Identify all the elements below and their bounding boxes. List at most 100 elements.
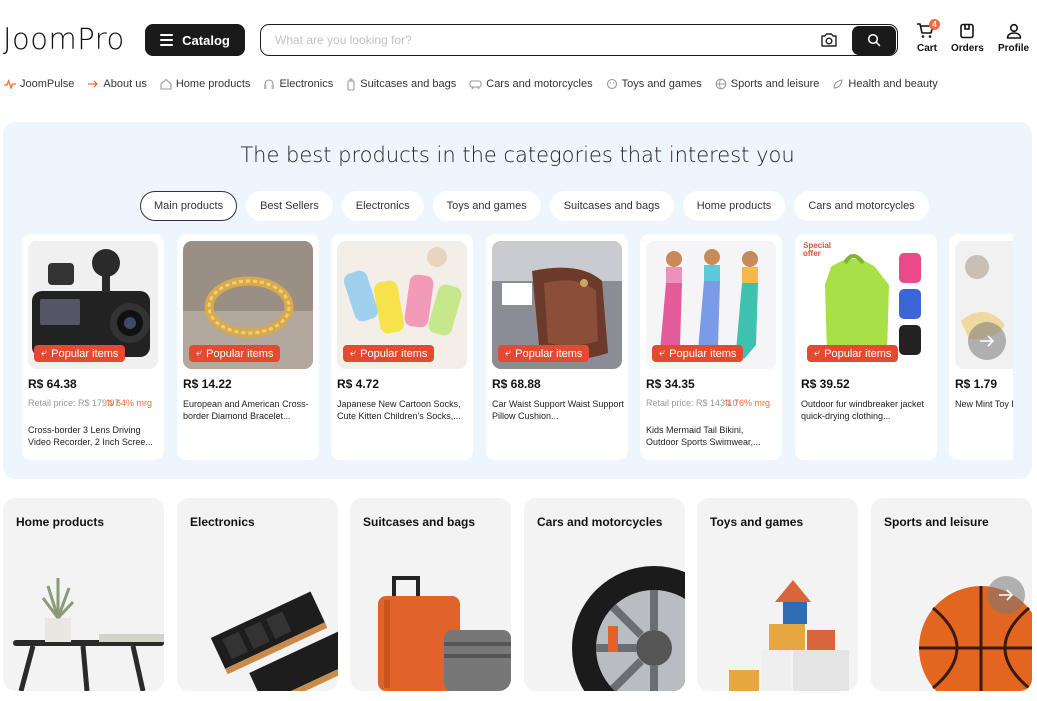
popular-items-badge: ⤶ Popular items (189, 345, 281, 362)
category-tile-home-products[interactable]: Home products (3, 498, 164, 691)
product-price: R$ 64.38 (28, 377, 77, 391)
search-bar (260, 24, 898, 56)
header: JoomPro Catalog 4 Cart Orders Profile (0, 0, 1037, 70)
product-description: European and American Cross-border Diamo… (183, 399, 309, 421)
nav-item-about-us[interactable]: About us (87, 78, 147, 90)
product-description: Outdoor fur windbreaker jacket quick-dry… (801, 399, 925, 421)
margin-badge: ⇅ 76% mrg (724, 398, 771, 408)
category-title: Sports and leisure (884, 515, 989, 529)
special-offer-label: Special offer (803, 241, 832, 258)
menu-icon (160, 34, 174, 46)
category-tile-cars[interactable]: Cars and motorcycles (524, 498, 685, 691)
nav-item-suitcases[interactable]: Suitcases and bags (346, 78, 456, 91)
product-card[interactable]: ⤶ Popular items R$ 64.38 Retail price: R$… (22, 234, 164, 460)
product-card[interactable]: Special offer ⤶ Popular items R$ 39.52 Ou… (795, 234, 937, 460)
product-image: ⤶ Popular items (183, 241, 313, 369)
section-title: The best products in the categories that… (240, 143, 795, 167)
product-description: Kids Mermaid Tail Bikini, Outdoor Sports… (646, 425, 761, 447)
camera-search-button[interactable] (812, 26, 846, 54)
margin-badge: ⇅ 64% mrg (106, 398, 153, 408)
headphones-icon (264, 79, 275, 89)
catalog-label: Catalog (182, 32, 230, 48)
cart-count-badge: 4 (929, 19, 940, 30)
orders-icon (960, 23, 975, 39)
category-title: Suitcases and bags (363, 515, 476, 529)
product-image: ⤶ Popular items (646, 241, 776, 369)
category-title: Electronics (190, 515, 255, 529)
cart-button[interactable]: 4 Cart (916, 19, 940, 54)
profile-button[interactable]: Profile (998, 22, 1029, 54)
product-price: R$ 39.52 (801, 377, 850, 391)
product-price: R$ 4.72 (337, 377, 380, 391)
toy-icon (606, 78, 617, 90)
popular-items-badge: ⤶ Popular items (34, 345, 126, 362)
product-price: R$ 1.79 (955, 377, 998, 391)
product-price: R$ 14.22 (183, 377, 232, 391)
orders-button[interactable]: Orders (951, 22, 984, 54)
car-icon (469, 79, 482, 89)
arrow-right-icon (999, 589, 1014, 601)
retail-price: Retail price: R$ 143.10 ⇅ 76% mrg (646, 398, 771, 408)
product-image: ⤶ Popular items (28, 241, 158, 369)
best-products-panel: The best products in the categories that… (3, 122, 1032, 479)
product-card[interactable]: ⤶ Popular items R$ 4.72 Japanese New Cart… (331, 234, 473, 460)
nav-item-cars[interactable]: Cars and motorcycles (469, 78, 593, 90)
popular-items-badge: ⤶ Popular items (343, 345, 435, 362)
logo[interactable]: JoomPro (3, 22, 125, 56)
tab-best-sellers[interactable]: Best Sellers (246, 191, 333, 221)
product-description: Cross-border 3 Lens Driving Video Record… (28, 425, 153, 447)
ball-icon (715, 78, 727, 90)
tab-suitcases-and-bags[interactable]: Suitcases and bags (549, 191, 674, 221)
arrow-right-icon (88, 80, 99, 88)
tab-cars-and-motorcycles[interactable]: Cars and motorcycles (794, 191, 929, 221)
tab-toys-and-games[interactable]: Toys and games (432, 191, 541, 221)
category-title: Cars and motorcycles (537, 515, 663, 529)
nav-item-sports[interactable]: Sports and leisure (715, 78, 819, 90)
search-input[interactable] (261, 25, 812, 55)
category-tile-toys[interactable]: Toys and games (697, 498, 858, 691)
category-tile-suitcases[interactable]: Suitcases and bags (350, 498, 511, 691)
product-price: R$ 34.35 (646, 377, 695, 391)
category-nav: JoomPulse About us Home products Electro… (4, 76, 938, 92)
category-tile-sports[interactable]: Sports and leisure (871, 498, 1032, 691)
product-description: Japanese New Cartoon Socks, Cute Kitten … (337, 399, 461, 421)
nav-item-joompulse[interactable]: JoomPulse (4, 78, 74, 90)
arrow-right-icon (980, 335, 995, 347)
nav-item-health-beauty[interactable]: Health and beauty (832, 78, 938, 90)
orders-label: Orders (951, 43, 984, 54)
nav-item-electronics[interactable]: Electronics (263, 78, 333, 90)
product-card[interactable]: ⤶ Popular items R$ 14.22 European and Ame… (177, 234, 319, 460)
search-icon (867, 33, 881, 47)
nav-item-toys[interactable]: Toys and games (606, 78, 702, 90)
catalog-button[interactable]: Catalog (145, 24, 245, 56)
category-tiles: Home products Electronics Suitcases and … (3, 498, 1032, 691)
product-image: ⤶ Popular items (337, 241, 467, 369)
beauty-icon (833, 79, 844, 89)
profile-label: Profile (998, 43, 1030, 54)
product-description: New Mint Toy Herbal Mouse (955, 399, 1013, 409)
carousel-next-button[interactable] (968, 322, 1006, 360)
product-description: Car Waist Support Waist Support Pillow C… (492, 399, 624, 421)
retail-price: Retail price: R$ 179.97 ⇅ 64% mrg (28, 398, 153, 408)
product-card[interactable]: ⤶ Popular items R$ 68.88 Car Waist Suppor… (486, 234, 628, 460)
category-title: Toys and games (710, 515, 804, 529)
product-carousel: ⤶ Popular items R$ 64.38 Retail price: R$… (22, 234, 1013, 462)
categories-next-button[interactable] (987, 576, 1025, 614)
pulse-icon (4, 79, 16, 89)
search-button[interactable] (852, 25, 896, 55)
fire-icon: ⤶ (505, 347, 512, 359)
fire-icon: ⤶ (659, 347, 666, 359)
home-icon (160, 78, 172, 90)
suitcase-icon (347, 78, 355, 91)
nav-item-home-products[interactable]: Home products (160, 78, 250, 90)
tab-home-products[interactable]: Home products (682, 191, 786, 221)
popular-items-badge: ⤶ Popular items (652, 345, 744, 362)
product-image: ⤶ Popular items (492, 241, 622, 369)
tab-electronics[interactable]: Electronics (341, 191, 424, 221)
popular-items-badge: ⤶ Popular items (498, 345, 590, 362)
category-tile-electronics[interactable]: Electronics (177, 498, 338, 691)
product-price: R$ 68.88 (492, 377, 541, 391)
tab-main-products[interactable]: Main products (140, 191, 238, 221)
popular-items-badge: ⤶ Popular items (807, 345, 899, 362)
product-card[interactable]: ⤶ Popular items R$ 34.35 Retail price: R$… (640, 234, 782, 460)
